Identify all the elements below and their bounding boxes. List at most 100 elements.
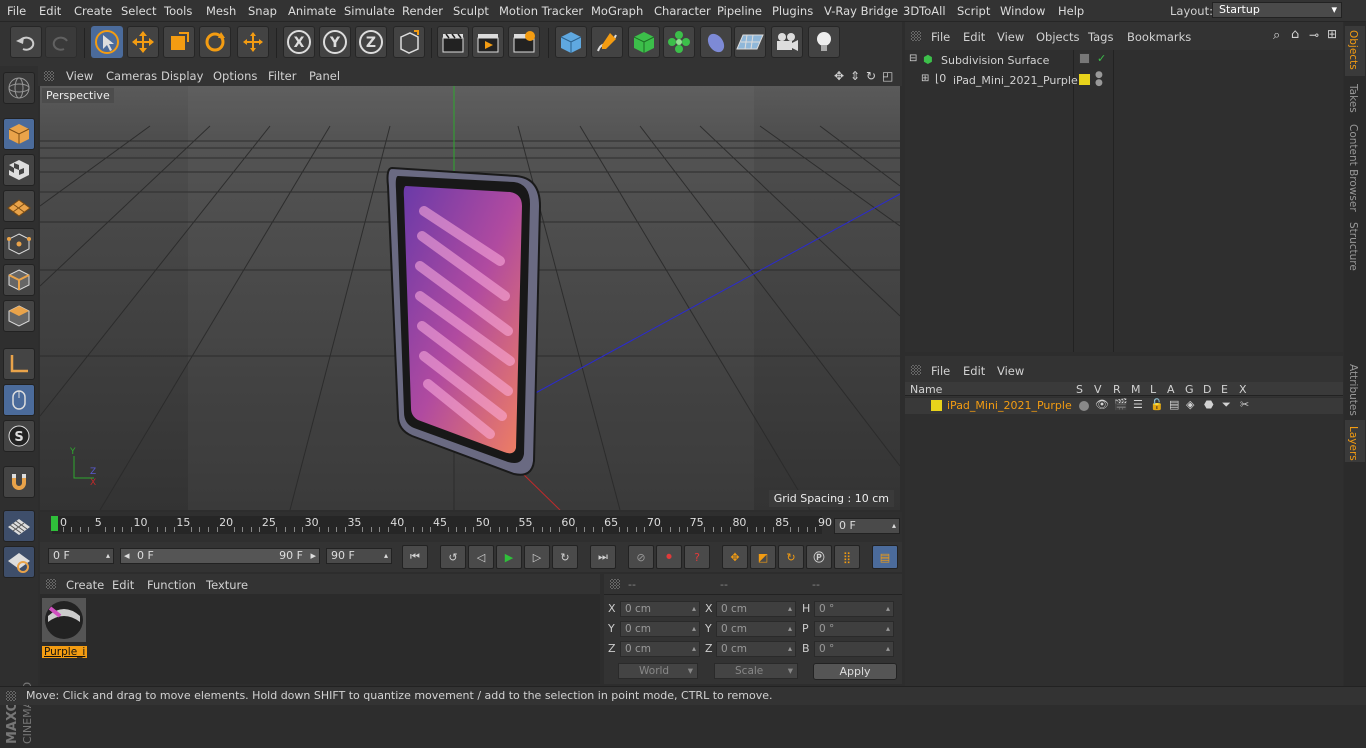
add-mograph-button[interactable] bbox=[663, 26, 695, 58]
menu-3dtoall[interactable]: 3DToAll bbox=[903, 4, 946, 18]
object-menu-bookmarks[interactable]: Bookmarks bbox=[1127, 30, 1191, 44]
frame-range-slider[interactable]: ◂ 0 F 90 F ▸ bbox=[120, 548, 320, 564]
rotation-h-field[interactable]: 0 ° ▴ bbox=[814, 601, 894, 617]
workplane-mode-button[interactable] bbox=[3, 190, 35, 222]
menu-sculpt[interactable]: Sculpt bbox=[453, 4, 489, 18]
polygons-mode-button[interactable] bbox=[3, 300, 35, 332]
edges-mode-button[interactable] bbox=[3, 264, 35, 296]
size-z-field[interactable]: 0 cm ▴ bbox=[716, 641, 796, 657]
object-row[interactable]: ⊟ ⬢ Subdivision Surface ✓ bbox=[905, 51, 1343, 71]
expand-icon[interactable]: ⊞ bbox=[921, 73, 929, 84]
current-frame-field[interactable]: 0 F ▴ bbox=[834, 518, 900, 534]
menu-plugins[interactable]: Plugins bbox=[772, 4, 813, 18]
menu-motion-tracker[interactable]: Motion Tracker bbox=[499, 4, 583, 18]
viewport-menu-view[interactable]: View bbox=[66, 69, 93, 83]
visibility-dots-icon[interactable]: ● ● bbox=[1095, 71, 1103, 88]
layer-deformers-icon[interactable]: ⬣ bbox=[1204, 398, 1214, 411]
viewport-menu-display[interactable]: Display bbox=[161, 69, 203, 83]
layer-color-swatch[interactable] bbox=[931, 400, 942, 411]
y-axis-lock-button[interactable]: Y bbox=[319, 26, 351, 58]
scale-mode-dropdown[interactable]: Scale ▾ bbox=[714, 663, 798, 679]
keyframe-selection-button[interactable]: ? bbox=[684, 545, 710, 569]
go-to-prev-key-button[interactable]: ↺ bbox=[440, 545, 466, 569]
viewport-menu-cameras[interactable]: Cameras bbox=[106, 69, 157, 83]
axis-mode-button[interactable] bbox=[3, 348, 35, 380]
viewport-menu-options[interactable]: Options bbox=[213, 69, 257, 83]
material-menu-function[interactable]: Function bbox=[147, 578, 196, 592]
key-rotation-button[interactable]: ↻ bbox=[778, 545, 804, 569]
object-menu-objects[interactable]: Objects bbox=[1036, 30, 1079, 44]
viewport-menu-panel[interactable]: Panel bbox=[309, 69, 340, 83]
tab-content-browser[interactable]: Content Browser bbox=[1347, 124, 1359, 212]
add-spline-button[interactable] bbox=[591, 26, 623, 58]
make-editable-button[interactable] bbox=[3, 72, 35, 104]
menu-create[interactable]: Create bbox=[74, 4, 112, 18]
menu-animate[interactable]: Animate bbox=[288, 4, 336, 18]
tab-attributes[interactable]: Attributes bbox=[1347, 364, 1359, 416]
menu-mograph[interactable]: MoGraph bbox=[591, 4, 643, 18]
add-camera-button[interactable] bbox=[771, 26, 803, 58]
autokeying-button[interactable]: ⏺ bbox=[656, 545, 682, 569]
size-x-field[interactable]: 0 cm ▴ bbox=[716, 601, 796, 617]
layer-solo-icon[interactable] bbox=[1079, 401, 1089, 411]
material-menu-texture[interactable]: Texture bbox=[206, 578, 248, 592]
layer-animation-icon[interactable]: ▤ bbox=[1169, 398, 1179, 411]
perspective-viewport[interactable]: Y Z X Perspective Grid Spacing : 10 cm bbox=[40, 86, 900, 510]
layer-view-icon[interactable]: 👁 bbox=[1095, 398, 1109, 411]
layer-color-icon[interactable] bbox=[1079, 74, 1090, 85]
scale-tool-button[interactable] bbox=[163, 26, 195, 58]
record-keys-button[interactable]: ⊘ bbox=[628, 545, 654, 569]
viewport-maximize-icon[interactable]: ◰ bbox=[882, 69, 893, 83]
transform-tool-button[interactable] bbox=[237, 26, 269, 58]
apply-button[interactable]: Apply bbox=[813, 663, 897, 680]
rotation-p-field[interactable]: 0 ° ▴ bbox=[814, 621, 894, 637]
timeline-ruler[interactable]: 0 5 10 15 20 25 30 35 40 45 50 55 60 65 70 75 80 85 90 0 F… bbox=[40, 512, 902, 542]
layer-render-icon[interactable]: 🎬 bbox=[1114, 398, 1128, 411]
layer-menu-file[interactable]: File bbox=[931, 364, 950, 378]
position-y-field[interactable]: 0 cm ▴ bbox=[620, 621, 700, 637]
visibility-toggle-icon[interactable] bbox=[1079, 53, 1090, 64]
x-axis-lock-button[interactable]: X bbox=[283, 26, 315, 58]
collapse-icon[interactable]: ⊟ bbox=[909, 53, 917, 64]
key-position-button[interactable]: ✥ bbox=[722, 545, 748, 569]
add-generator-button[interactable] bbox=[628, 26, 660, 58]
object-menu-view[interactable]: View bbox=[997, 30, 1024, 44]
enabled-check-icon[interactable]: ✓ bbox=[1097, 52, 1106, 65]
rotation-b-field[interactable]: 0 ° ▴ bbox=[814, 641, 894, 657]
workplane-snap-button[interactable] bbox=[3, 546, 35, 578]
tweak-mode-button[interactable] bbox=[3, 384, 35, 416]
menu-select[interactable]: Select bbox=[121, 4, 156, 18]
material-name[interactable]: Purple_i bbox=[42, 646, 88, 658]
play-button[interactable]: ▶ bbox=[496, 545, 522, 569]
key-parameter-button[interactable]: Ⓟ bbox=[806, 545, 832, 569]
menu-character[interactable]: Character bbox=[654, 4, 711, 18]
workplane-lock-button[interactable] bbox=[3, 510, 35, 542]
menu-snap[interactable]: Snap bbox=[248, 4, 277, 18]
material-swatch[interactable]: Purple_i bbox=[42, 598, 88, 658]
layer-xref-icon[interactable]: ✂ bbox=[1240, 398, 1249, 411]
menu-pipeline[interactable]: Pipeline bbox=[717, 4, 762, 18]
snapping-button[interactable] bbox=[3, 466, 35, 498]
go-to-next-key-button[interactable]: ↻ bbox=[552, 545, 578, 569]
add-environment-button[interactable] bbox=[734, 26, 766, 58]
viewport-zoom-icon[interactable]: ⇕ bbox=[850, 69, 860, 83]
render-picture-viewer-button[interactable] bbox=[472, 26, 504, 58]
end-frame-field[interactable]: 90 F ▴ bbox=[326, 548, 392, 564]
menu-edit[interactable]: Edit bbox=[39, 4, 61, 18]
object-menu-file[interactable]: File bbox=[931, 30, 950, 44]
home-icon[interactable]: ⌂ bbox=[1291, 27, 1299, 42]
layer-generators-icon[interactable]: ◈ bbox=[1186, 398, 1194, 411]
menu-window[interactable]: Window bbox=[1000, 4, 1045, 18]
object-row[interactable]: ⊞ ⌊0 iPad_Mini_2021_Purple ● ● bbox=[905, 71, 1343, 91]
search-icon[interactable]: ⌕ bbox=[1273, 28, 1280, 43]
next-frame-button[interactable]: ▷ bbox=[524, 545, 550, 569]
layout-dropdown[interactable]: Startup ▾ bbox=[1212, 2, 1342, 18]
go-to-start-button[interactable]: ⏮ bbox=[402, 545, 428, 569]
prev-frame-button[interactable]: ◁ bbox=[468, 545, 494, 569]
tab-objects[interactable]: Objects bbox=[1347, 30, 1359, 70]
redo-button[interactable] bbox=[45, 26, 77, 58]
menu-mesh[interactable]: Mesh bbox=[206, 4, 236, 18]
solo-button[interactable]: S bbox=[3, 420, 35, 452]
z-axis-lock-button[interactable]: Z bbox=[355, 26, 387, 58]
viewport-move-icon[interactable]: ✥ bbox=[834, 69, 844, 83]
